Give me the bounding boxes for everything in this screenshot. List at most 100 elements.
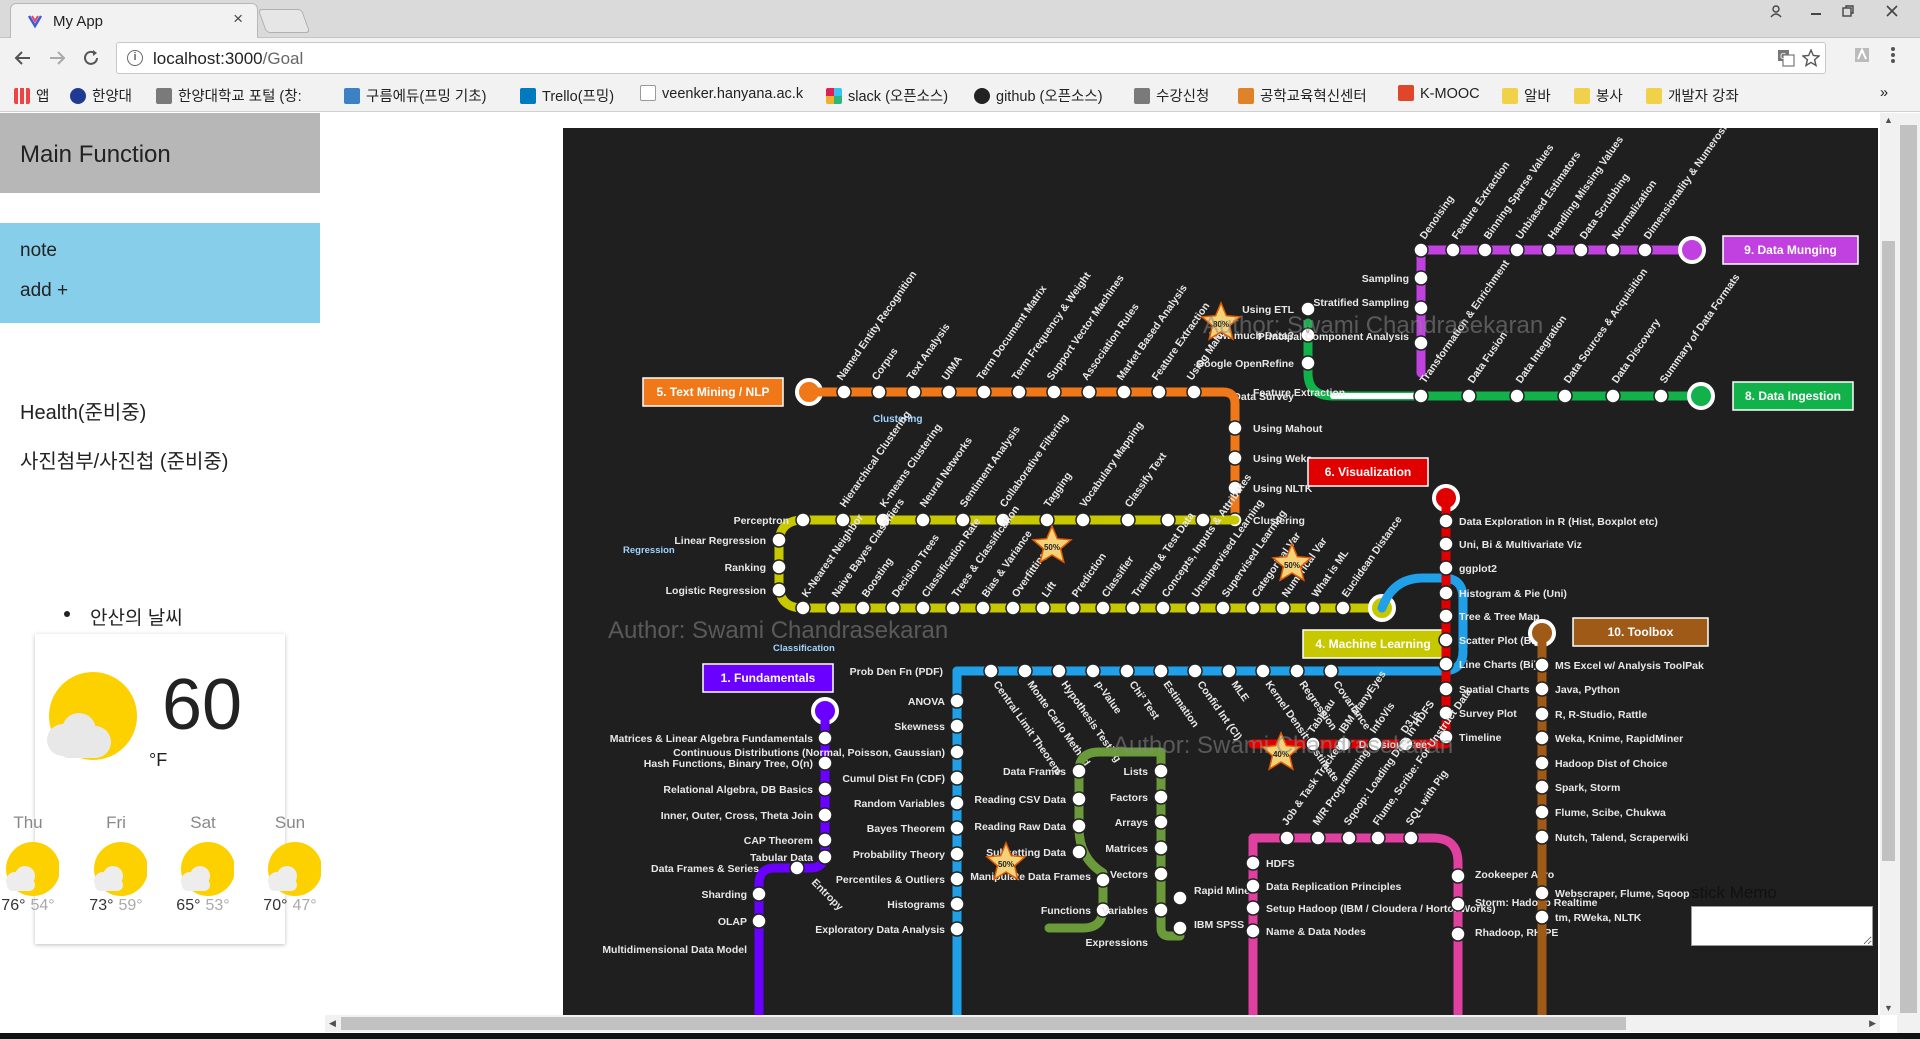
metro-station-label: Logistic Regression	[666, 585, 766, 597]
sidebar-item-photos[interactable]: 사진첨부/사진첩 (준비중)	[20, 445, 228, 474]
progress-star-label: 50%	[1044, 543, 1060, 552]
bookmark-hanyang[interactable]: 한양대	[70, 85, 132, 106]
bookmark-folder-alba[interactable]: 알바	[1502, 85, 1551, 106]
temperature-unit: °F	[149, 750, 168, 770]
scroll-up-icon[interactable]: ▲	[1884, 115, 1893, 125]
metro-station-label: Feature Extraction	[1253, 387, 1345, 399]
metro-station	[1310, 830, 1326, 846]
frame-vertical-scrollbar[interactable]: ▲ ▼	[1880, 113, 1897, 1015]
metro-station	[1305, 600, 1321, 616]
restore-icon[interactable]	[1832, 0, 1864, 22]
bookmark-goorm[interactable]: 구름에듀(프밍 기초)	[344, 85, 486, 106]
metro-station-label: OLAP	[718, 916, 747, 928]
metro-station	[1534, 885, 1550, 901]
current-temperature: 60	[162, 665, 243, 745]
bookmark-star-icon[interactable]	[1801, 48, 1821, 72]
bookmark-folder-dev[interactable]: 개발자 강좌	[1646, 85, 1739, 106]
page-vertical-scrollbar[interactable]	[1897, 113, 1920, 1033]
metro-station	[1255, 663, 1271, 679]
bookmarks-more[interactable]: »	[1880, 85, 1888, 101]
metro-station-label: Name & Data Nodes	[1266, 926, 1366, 938]
horizontal-scrollbar[interactable]: ◀ ▶	[325, 1015, 1880, 1032]
scroll-left-icon[interactable]: ◀	[329, 1018, 336, 1029]
metro-station	[789, 860, 805, 876]
metro-station	[751, 913, 767, 929]
new-tab-button[interactable]	[257, 9, 311, 33]
address-url[interactable]: localhost:3000/Goal	[153, 49, 303, 69]
metro-station	[795, 600, 811, 616]
bookmark-portal[interactable]: 한양대학교 포털 (창:	[156, 85, 302, 106]
metro-station-label: Weka, Knime, RapidMiner	[1555, 733, 1683, 745]
bookmark-registration[interactable]: 수강신청	[1134, 85, 1209, 106]
bookmark-trello[interactable]: Trello(프밍)	[520, 85, 614, 106]
bookmark-slack[interactable]: slack (오픈소스)	[826, 85, 948, 106]
scroll-down-icon[interactable]: ▼	[1884, 1003, 1893, 1013]
page-vertical-scroll-thumb[interactable]	[1900, 125, 1917, 1013]
forecast-day-name: Sat	[190, 813, 216, 832]
minimize-icon[interactable]	[1800, 0, 1832, 22]
metro-station	[1172, 920, 1188, 936]
metro-line-label: 8. Data Ingestion	[1745, 389, 1841, 403]
metro-line-label: 10. Toolbox	[1608, 625, 1674, 639]
data-science-metro-map: DenoisingFeature ExtractionBinning Spars…	[563, 128, 1878, 1025]
profile-icon[interactable]	[1760, 0, 1792, 22]
address-bar[interactable]: i localhost:3000/Goal G	[116, 42, 1826, 74]
metro-station-label: Bayes Theorem	[867, 823, 945, 835]
info-icon[interactable]: i	[127, 50, 143, 66]
metro-station	[1215, 600, 1231, 616]
sidebar-item-add[interactable]: add +	[20, 280, 68, 302]
metro-station	[1153, 866, 1169, 882]
partly-cloudy-icon	[181, 842, 234, 896]
sidebar-header: Main Function	[0, 113, 320, 193]
forecast-day-name: Thu	[13, 813, 43, 832]
scroll-right-icon[interactable]: ▶	[1869, 1018, 1876, 1029]
metro-station	[1450, 896, 1466, 912]
forecast-day: Thu 76° 54°	[0, 813, 59, 915]
forward-icon[interactable]	[42, 44, 72, 72]
bookmark-engineering-center[interactable]: 공학교육혁신센터	[1238, 85, 1367, 106]
browser-tab[interactable]: My App ×	[10, 3, 258, 38]
bookmark-label: 알바	[1524, 89, 1551, 105]
metro-station-label: Stratified Sampling	[1313, 297, 1409, 309]
horizontal-scroll-thumb[interactable]	[341, 1017, 1626, 1030]
sidebar-item-note[interactable]: note	[20, 240, 57, 262]
menu-kebab-icon[interactable]	[1890, 45, 1896, 71]
metro-station	[1323, 663, 1339, 679]
sidebar-item-health[interactable]: Health(준비중)	[20, 396, 146, 425]
bookmark-kmooc[interactable]: K-MOOC	[1398, 85, 1480, 102]
metro-station	[1187, 663, 1203, 679]
metro-station	[949, 795, 965, 811]
reload-icon[interactable]	[76, 44, 106, 72]
bookmark-folder-volunteer[interactable]: 봉사	[1574, 85, 1623, 106]
metro-station	[1081, 384, 1097, 400]
frame-vertical-scroll-thumb[interactable]	[1882, 241, 1895, 861]
bookmark-apps[interactable]: 앱	[14, 85, 49, 106]
back-icon[interactable]	[8, 44, 38, 72]
bookmark-label: veenker.hanyana.ac.k	[662, 86, 804, 102]
translate-icon[interactable]: G	[1777, 49, 1795, 72]
close-window-icon[interactable]	[1872, 0, 1912, 22]
extension-icon[interactable]	[1852, 45, 1872, 71]
bookmark-label: slack (오픈소스)	[848, 89, 949, 105]
sticky-memo-input[interactable]	[1691, 906, 1873, 946]
metro-station	[1071, 791, 1087, 807]
bookmark-veenker[interactable]: veenker.hanyana.ac.k	[640, 85, 803, 102]
metro-station	[915, 512, 931, 528]
metro-station	[1450, 926, 1466, 942]
metro-station	[1160, 512, 1176, 528]
metro-station-label: Sharding	[701, 889, 747, 901]
metro-station	[1413, 388, 1429, 404]
bookmark-github[interactable]: github (오픈소스)	[974, 85, 1103, 106]
hanyang-icon	[70, 88, 86, 104]
sidebar-menu: note add +	[0, 223, 320, 323]
partly-cloudy-icon	[268, 842, 321, 896]
tab-close-icon[interactable]: ×	[233, 9, 243, 29]
metro-station-label: Cumul Dist Fn (CDF)	[842, 773, 945, 785]
slack-icon	[826, 88, 842, 104]
metro-station-label: Google OpenRefine	[1196, 358, 1294, 370]
metro-station-label: Histogram & Pie (Uni)	[1459, 588, 1567, 600]
metro-station	[949, 693, 965, 709]
metro-line-label: 4. Machine Learning	[1315, 637, 1430, 651]
metro-station-label: Hadoop Dist of Choice	[1555, 758, 1668, 770]
bookmarks-bar: 앱 한양대 한양대학교 포털 (창: 구름에듀(프밍 기초) Trello(프밍…	[0, 78, 1920, 112]
